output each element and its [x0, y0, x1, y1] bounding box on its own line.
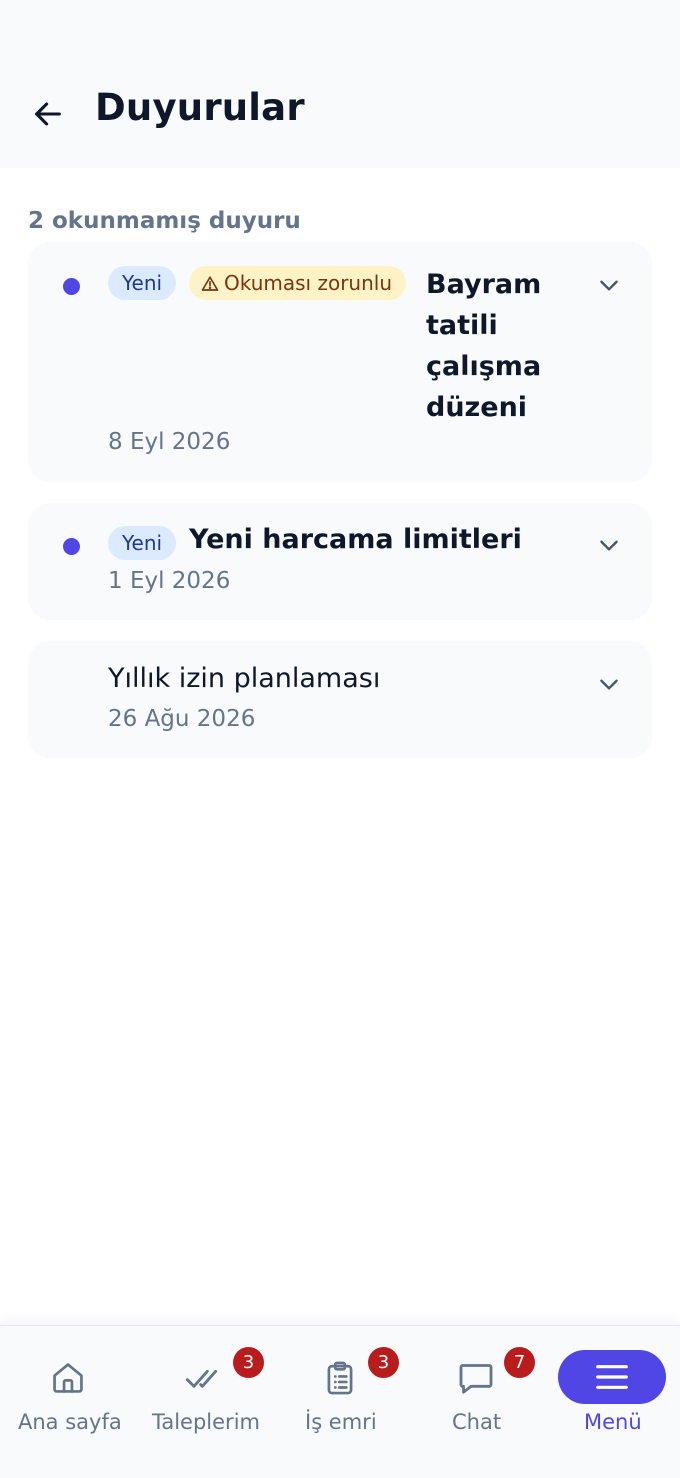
home-icon: [46, 1356, 90, 1400]
nav-label: Chat: [452, 1410, 502, 1434]
nav-label: Ana sayfa: [18, 1410, 122, 1434]
arrow-left-icon: [35, 102, 61, 126]
nav-item-home[interactable]: Ana sayfa: [0, 1326, 136, 1478]
announcement-date: 1 Eyl 2026: [108, 568, 231, 594]
unread-dot: [63, 278, 80, 295]
announcement-card[interactable]: Yeni Yeni harcama limitleri 1 Eyl 2026: [28, 503, 652, 620]
notification-badge: 3: [233, 1347, 264, 1378]
announcement-title: Yıllık izin planlaması: [108, 663, 381, 694]
title-line: düzeni: [426, 392, 528, 423]
page-title: Duyurular: [95, 86, 305, 129]
announcement-card[interactable]: Yıllık izin planlaması 26 Ağu 2026: [28, 641, 652, 758]
mandatory-read-badge: Okuması zorunlu: [189, 266, 406, 300]
title-line: tatili: [426, 310, 498, 341]
announcement-card[interactable]: Yeni Okuması zorunlu Bayram tatili çalış…: [28, 242, 652, 482]
announcement-title: Yeni harcama limitleri: [189, 524, 522, 555]
back-button[interactable]: [26, 92, 70, 136]
bottom-navigation: Ana sayfa 3 Taleplerim 3 İş emri 7 Chat …: [0, 1325, 680, 1478]
hamburger-menu-icon: [596, 1365, 628, 1389]
chevron-down-icon[interactable]: [594, 270, 624, 300]
announcement-date: 26 Ağu 2026: [108, 706, 256, 732]
announcement-title: Bayram tatili çalışma düzeni: [426, 264, 541, 428]
double-check-icon: [182, 1356, 226, 1400]
notification-badge: 3: [368, 1347, 399, 1378]
chevron-down-icon[interactable]: [594, 530, 624, 560]
unread-count-label: 2 okunmamış duyuru: [28, 208, 301, 234]
app-header: Duyurular: [0, 0, 680, 168]
nav-item-work-order[interactable]: 3 İş emri: [272, 1326, 408, 1478]
warning-icon: [201, 276, 219, 291]
new-badge: Yeni: [108, 526, 177, 560]
nav-label: Taleplerim: [152, 1410, 260, 1434]
menu-active-indicator[interactable]: [558, 1350, 666, 1404]
title-line: Bayram: [426, 269, 542, 300]
title-line: çalışma: [426, 351, 542, 382]
chat-bubble-icon: [454, 1356, 498, 1400]
nav-item-chat[interactable]: 7 Chat: [408, 1326, 544, 1478]
clipboard-icon: [318, 1356, 362, 1400]
nav-item-requests[interactable]: 3 Taleplerim: [136, 1326, 272, 1478]
unread-dot: [63, 538, 80, 555]
chevron-down-icon[interactable]: [594, 669, 624, 699]
new-badge: Yeni: [108, 266, 177, 300]
mandatory-badge-label: Okuması zorunlu: [224, 271, 392, 295]
nav-label: Menü: [584, 1410, 642, 1434]
notification-badge: 7: [504, 1347, 535, 1378]
nav-label: İş emri: [305, 1410, 377, 1434]
announcement-date: 8 Eyl 2026: [108, 429, 231, 455]
